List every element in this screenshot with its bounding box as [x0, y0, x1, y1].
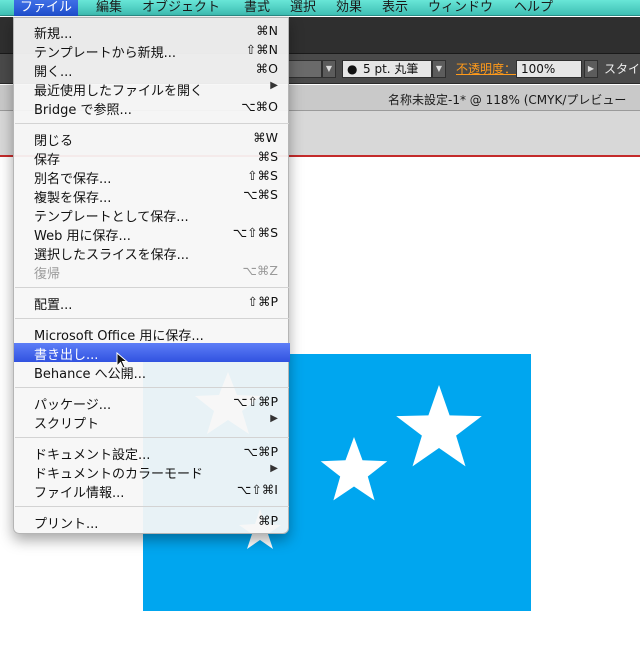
stroke-weight-field[interactable] [288, 60, 322, 78]
menu-item-label: Web 用に保存... [34, 229, 131, 244]
menu-item-label: ドキュメントのカラーモード [34, 467, 204, 482]
menu-item-file-info[interactable]: ファイル情報... ⌥⇧⌘I [14, 481, 290, 501]
menu-item-label: ドキュメント設定... [34, 448, 151, 463]
menu-item-label: パッケージ... [34, 398, 112, 413]
menu-view[interactable]: 表示 [382, 0, 408, 16]
menu-item-revert: 復帰 ⌥⌘Z [14, 262, 290, 282]
menu-item-label: テンプレートから新規... [34, 46, 177, 61]
menu-item-new[interactable]: 新規... ⌘N [14, 22, 290, 42]
menu-item-open-recent[interactable]: 最近使用したファイルを開く ▶ [14, 79, 290, 99]
menu-separator [15, 506, 289, 507]
menu-item-label: 別名で保存... [34, 172, 112, 187]
menu-item-close[interactable]: 閉じる ⌘W [14, 129, 290, 149]
menu-item-shortcut: ⌥⇧⌘I [236, 482, 278, 497]
menu-item-shortcut: ⇧⌘S [247, 168, 278, 183]
menu-effect[interactable]: 効果 [336, 0, 362, 16]
menu-item-label: 複製を保存... [34, 191, 112, 206]
submenu-arrow-icon: ▶ [270, 463, 278, 474]
menu-item-export[interactable]: 書き出し... [14, 343, 290, 363]
submenu-arrow-icon: ▶ [270, 413, 278, 424]
menu-item-label: スクリプト [34, 417, 100, 432]
menu-item-save-as[interactable]: 別名で保存... ⇧⌘S [14, 167, 290, 187]
menu-item-place[interactable]: 配置... ⇧⌘P [14, 293, 290, 313]
menu-item-package[interactable]: パッケージ... ⌥⇧⌘P [14, 393, 290, 413]
menu-select[interactable]: 選択 [290, 0, 316, 16]
menu-item-shortcut: ⇧⌘N [245, 42, 278, 57]
brush-label: 5 pt. 丸筆 [363, 62, 419, 76]
opacity-label[interactable]: 不透明度： [456, 60, 516, 78]
opacity-value: 100% [521, 62, 556, 76]
menu-item-open[interactable]: 開く... ⌘O [14, 60, 290, 80]
menu-separator [15, 123, 289, 124]
menu-item-label: 閉じる [34, 134, 74, 149]
menu-item-label: 最近使用したファイルを開く [34, 84, 204, 99]
document-tab[interactable]: 名称未設定-1* @ 118% (CMYK/プレビュー [388, 91, 626, 108]
brush-select[interactable]: ● 5 pt. 丸筆 [342, 60, 432, 78]
menu-item-document-color-mode[interactable]: ドキュメントのカラーモード ▶ [14, 462, 290, 482]
menu-separator [15, 287, 289, 288]
menu-item-save-copy[interactable]: 複製を保存... ⌥⌘S [14, 186, 290, 206]
menu-item-save-for-web[interactable]: Web 用に保存... ⌥⇧⌘S [14, 224, 290, 244]
menu-item-save-selected-slices[interactable]: 選択したスライスを保存... [14, 243, 290, 263]
menu-item-label: ファイル情報... [34, 486, 125, 501]
opacity-input[interactable]: 100% [516, 60, 582, 78]
menu-item-save[interactable]: 保存 ⌘S [14, 148, 290, 168]
brush-dropdown[interactable]: ▼ [432, 60, 446, 78]
menu-item-label: テンプレートとして保存... [34, 210, 189, 225]
menu-item-label: 配置... [34, 298, 73, 313]
menu-item-shortcut: ⌘N [256, 23, 278, 38]
star-shape [320, 437, 388, 501]
menu-help[interactable]: ヘルプ [514, 0, 553, 16]
menu-item-save-as-template[interactable]: テンプレートとして保存... [14, 205, 290, 225]
menu-separator [15, 437, 289, 438]
brush-dot-icon: ● [347, 62, 358, 76]
menu-item-shortcut: ⌘W [253, 130, 278, 145]
menu-item-publish-behance[interactable]: Behance へ公開... [14, 362, 290, 382]
menu-item-label: 書き出し... [34, 348, 99, 363]
menu-item-label: 開く... [34, 65, 73, 80]
menu-item-shortcut: ⌘O [255, 61, 278, 76]
menu-separator [15, 387, 289, 388]
opacity-arrow[interactable]: ▶ [584, 60, 598, 78]
style-label: スタイ [604, 62, 640, 76]
file-menu: 新規... ⌘N テンプレートから新規... ⇧⌘N 開く... ⌘O 最近使用したフ… [13, 17, 290, 534]
submenu-arrow-icon: ▶ [270, 80, 278, 91]
menu-item-save-for-office[interactable]: Microsoft Office 用に保存... [14, 324, 290, 344]
menu-item-print[interactable]: プリント... ⌘P [14, 512, 290, 532]
menu-item-browse-in-bridge[interactable]: Bridge で参照... ⌥⌘O [14, 98, 290, 118]
menubar: ファイル 編集 オブジェクト 書式 選択 効果 表示 ウィンドウ ヘルプ [0, 0, 640, 16]
menu-file[interactable]: ファイル [14, 0, 79, 16]
menu-item-shortcut: ⌥⌘S [243, 187, 278, 202]
menu-item-shortcut: ⌥⇧⌘S [232, 225, 278, 240]
star-shape [396, 385, 482, 467]
menu-item-shortcut: ⌥⌘P [243, 444, 278, 459]
menu-item-shortcut: ⌘S [257, 149, 278, 164]
menu-separator [15, 318, 289, 319]
menu-item-label: 新規... [34, 27, 73, 42]
menu-item-document-setup[interactable]: ドキュメント設定... ⌥⌘P [14, 443, 290, 463]
menu-object[interactable]: オブジェクト [142, 0, 220, 16]
menu-item-label: 選択したスライスを保存... [34, 248, 190, 263]
menu-item-label: Bridge で参照... [34, 103, 132, 118]
menu-window[interactable]: ウィンドウ [428, 0, 493, 16]
menu-item-label: 復帰 [34, 267, 61, 282]
mouse-cursor-icon [116, 352, 129, 369]
stroke-weight-dropdown[interactable]: ▼ [322, 60, 336, 78]
menu-edit[interactable]: 編集 [96, 0, 122, 16]
menu-item-label: プリント... [34, 517, 99, 532]
menu-item-new-from-template[interactable]: テンプレートから新規... ⇧⌘N [14, 41, 290, 61]
menu-item-shortcut: ⌥⇧⌘P [233, 394, 278, 409]
menu-item-shortcut: ⌘P [257, 513, 278, 528]
menu-item-shortcut: ⌥⌘O [241, 99, 278, 114]
menu-item-shortcut: ⌥⌘Z [242, 263, 278, 278]
menu-item-scripts[interactable]: スクリプト ▶ [14, 412, 290, 432]
menu-type[interactable]: 書式 [244, 0, 270, 16]
menu-item-label: Microsoft Office 用に保存... [34, 329, 204, 344]
menu-item-label: 保存 [34, 153, 61, 168]
menu-item-shortcut: ⇧⌘P [247, 294, 278, 309]
